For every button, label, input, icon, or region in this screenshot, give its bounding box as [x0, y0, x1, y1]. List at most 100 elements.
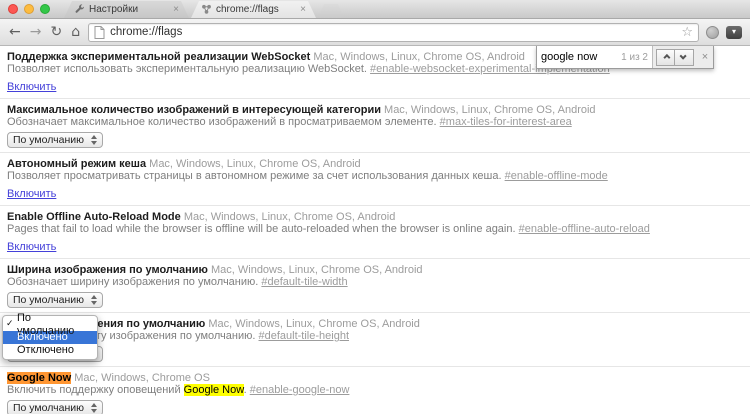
home-button[interactable]: ⌂ [70, 25, 81, 39]
forward-button[interactable]: → [29, 25, 43, 39]
flag-title: Автономный режим кеша [7, 158, 147, 170]
menu-option-label: Отключено [17, 344, 74, 356]
flag-row: Ширина изображения по умолчанию Mac, Win… [0, 259, 750, 313]
tab-label: chrome://flags [216, 4, 279, 15]
find-close-icon[interactable]: × [697, 46, 713, 68]
flag-description: Включить поддержку оповещений Google Now… [7, 384, 743, 397]
flag-row: Максимальное количество изображений в ин… [0, 99, 750, 153]
select-label: По умолчанию [13, 402, 85, 414]
tab-settings[interactable]: Настройки × [64, 1, 189, 18]
stepper-up-arrow [91, 295, 97, 299]
find-match-counter: 1 из 2 [621, 51, 648, 63]
flag-title: Максимальное количество изображений в ин… [7, 104, 381, 116]
reload-button[interactable]: ↻ [49, 25, 63, 39]
description-text: Позволяет просматривать страницы в автон… [7, 170, 505, 182]
find-previous-button[interactable] [656, 48, 675, 66]
page-icon [94, 25, 105, 39]
stepper-down-arrow [91, 409, 97, 413]
flag-row: Google Now Mac, Windows, Chrome OS Включи… [0, 367, 750, 414]
toolbar: ← → ↻ ⌂ chrome://flags ☆ ▾ [0, 19, 750, 46]
flag-action: По умолчанию [7, 290, 743, 309]
flags-list: Поддержка экспериментальной реализации W… [0, 46, 750, 414]
find-match-highlight: Google Now [183, 384, 244, 396]
google-now-dropdown-menu: ✓ По умолчанию Включено Отключено [2, 312, 98, 360]
description-text: Обозначает максимальное количество изобр… [7, 116, 440, 128]
flag-title-line: Google Now Mac, Windows, Chrome OS [7, 372, 743, 384]
enable-link[interactable]: Включить [7, 81, 56, 93]
flag-platforms: Mac, Windows, Linux, Chrome OS, Android [205, 318, 420, 330]
tab-close-icon[interactable]: × [300, 5, 306, 15]
flag-platforms: Mac, Windows, Linux, Chrome OS, Android [380, 104, 596, 116]
new-tab-button[interactable] [318, 4, 344, 18]
stepper-down-arrow [91, 141, 97, 145]
tab-chrome-flags[interactable]: chrome://flags × [191, 1, 316, 18]
find-input[interactable] [541, 51, 605, 63]
flag-row: Автономный режим кеша Mac, Windows, Linu… [0, 153, 750, 206]
flag-action: Включить [7, 237, 743, 255]
enable-link[interactable]: Включить [7, 241, 56, 253]
browser-window: { "window": { "tab_close_glyph": "×", "t… [0, 0, 750, 414]
stepper-icon [91, 135, 97, 145]
zoom-window-button[interactable] [40, 3, 50, 14]
stepper-down-arrow [91, 301, 97, 305]
close-window-button[interactable] [8, 3, 18, 14]
checkmark-icon: ✓ [6, 319, 14, 329]
back-button[interactable]: ← [8, 25, 22, 39]
default-select-button[interactable]: По умолчанию [7, 400, 103, 414]
url-text: chrome://flags [110, 26, 183, 38]
menu-option[interactable]: ✓ По умолчанию [3, 312, 97, 337]
flag-action: По умолчанию [7, 130, 743, 149]
flag-hash-link[interactable]: #max-tiles-for-interest-area [440, 116, 572, 128]
description-text: Включить поддержку оповещений [7, 384, 184, 396]
chevron-up-icon [663, 53, 671, 61]
flag-description: Обозначает ширину изображения по умолчан… [7, 276, 743, 289]
menu-option[interactable]: Отключено [3, 344, 97, 357]
flag-action: По умолчанию [7, 344, 743, 363]
flag-title: Поддержка экспериментальной реализации W… [7, 51, 311, 63]
flag-title: Ширина изображения по умолчанию [7, 264, 208, 276]
description-text: Позволяет использовать экспериментальную… [7, 63, 371, 75]
flag-description: Позволяет просматривать страницы в автон… [7, 170, 743, 183]
flag-title: Google Now [7, 372, 72, 384]
flag-description: Обозначает максимальное количество изобр… [7, 116, 743, 129]
enable-link[interactable]: Включить [7, 188, 56, 200]
flag-hash-link[interactable]: #default-tile-height [259, 330, 350, 342]
find-nav-buttons [653, 46, 697, 68]
find-next-button[interactable] [675, 48, 694, 66]
flag-hash-link[interactable]: #default-tile-width [261, 276, 347, 288]
flag-action: Включить [7, 77, 743, 95]
flag-title-line: Enable Offline Auto-Reload Mode Mac, Win… [7, 211, 743, 223]
stepper-icon [91, 295, 97, 305]
flag-platforms: Mac, Windows, Linux, Chrome OS, Android [146, 158, 361, 170]
molecule-icon [201, 4, 212, 15]
find-input-wrap: 1 из 2 [537, 46, 653, 68]
description-text: Обозначает ширину изображения по умолчан… [7, 276, 262, 288]
find-bar: 1 из 2 × [536, 46, 714, 69]
extension-circle-icon[interactable] [706, 25, 719, 39]
flag-hash-link[interactable]: #enable-offline-auto-reload [519, 223, 650, 235]
flag-action: Включить [7, 184, 743, 202]
flag-hash-link[interactable]: #enable-google-now [250, 384, 350, 396]
default-select-button[interactable]: По умолчанию [7, 132, 103, 148]
chevron-down-icon [679, 52, 687, 60]
bookmark-star-icon[interactable]: ☆ [681, 26, 693, 39]
description-text: Pages that fail to load while the browse… [7, 223, 519, 235]
flags-page: Поддержка экспериментальной реализации W… [0, 46, 750, 414]
tab-close-icon[interactable]: × [173, 5, 179, 15]
flag-row: Высота изображения по умолчанию Mac, Win… [0, 313, 750, 367]
traffic-lights [8, 0, 50, 18]
flag-description: Pages that fail to load while the browse… [7, 223, 743, 236]
flag-description: Обозначает высоту изображения по умолчан… [7, 330, 743, 343]
flag-hash-link[interactable]: #enable-offline-mode [505, 170, 608, 182]
tab-label: Настройки [89, 4, 139, 15]
extension-badge-icon[interactable]: ▾ [726, 25, 742, 39]
select-label: По умолчанию [13, 294, 85, 306]
default-select-button[interactable]: По умолчанию [7, 292, 103, 308]
flag-row: Enable Offline Auto-Reload Mode Mac, Win… [0, 206, 750, 259]
tab-strip: Настройки × chrome://flags × [0, 0, 750, 19]
flag-title-line: Ширина изображения по умолчанию Mac, Win… [7, 264, 743, 276]
stepper-up-arrow [91, 403, 97, 407]
flag-platforms: Mac, Windows, Linux, Chrome OS, Android [310, 51, 525, 63]
minimize-window-button[interactable] [24, 3, 34, 14]
address-bar[interactable]: chrome://flags ☆ [88, 22, 699, 42]
